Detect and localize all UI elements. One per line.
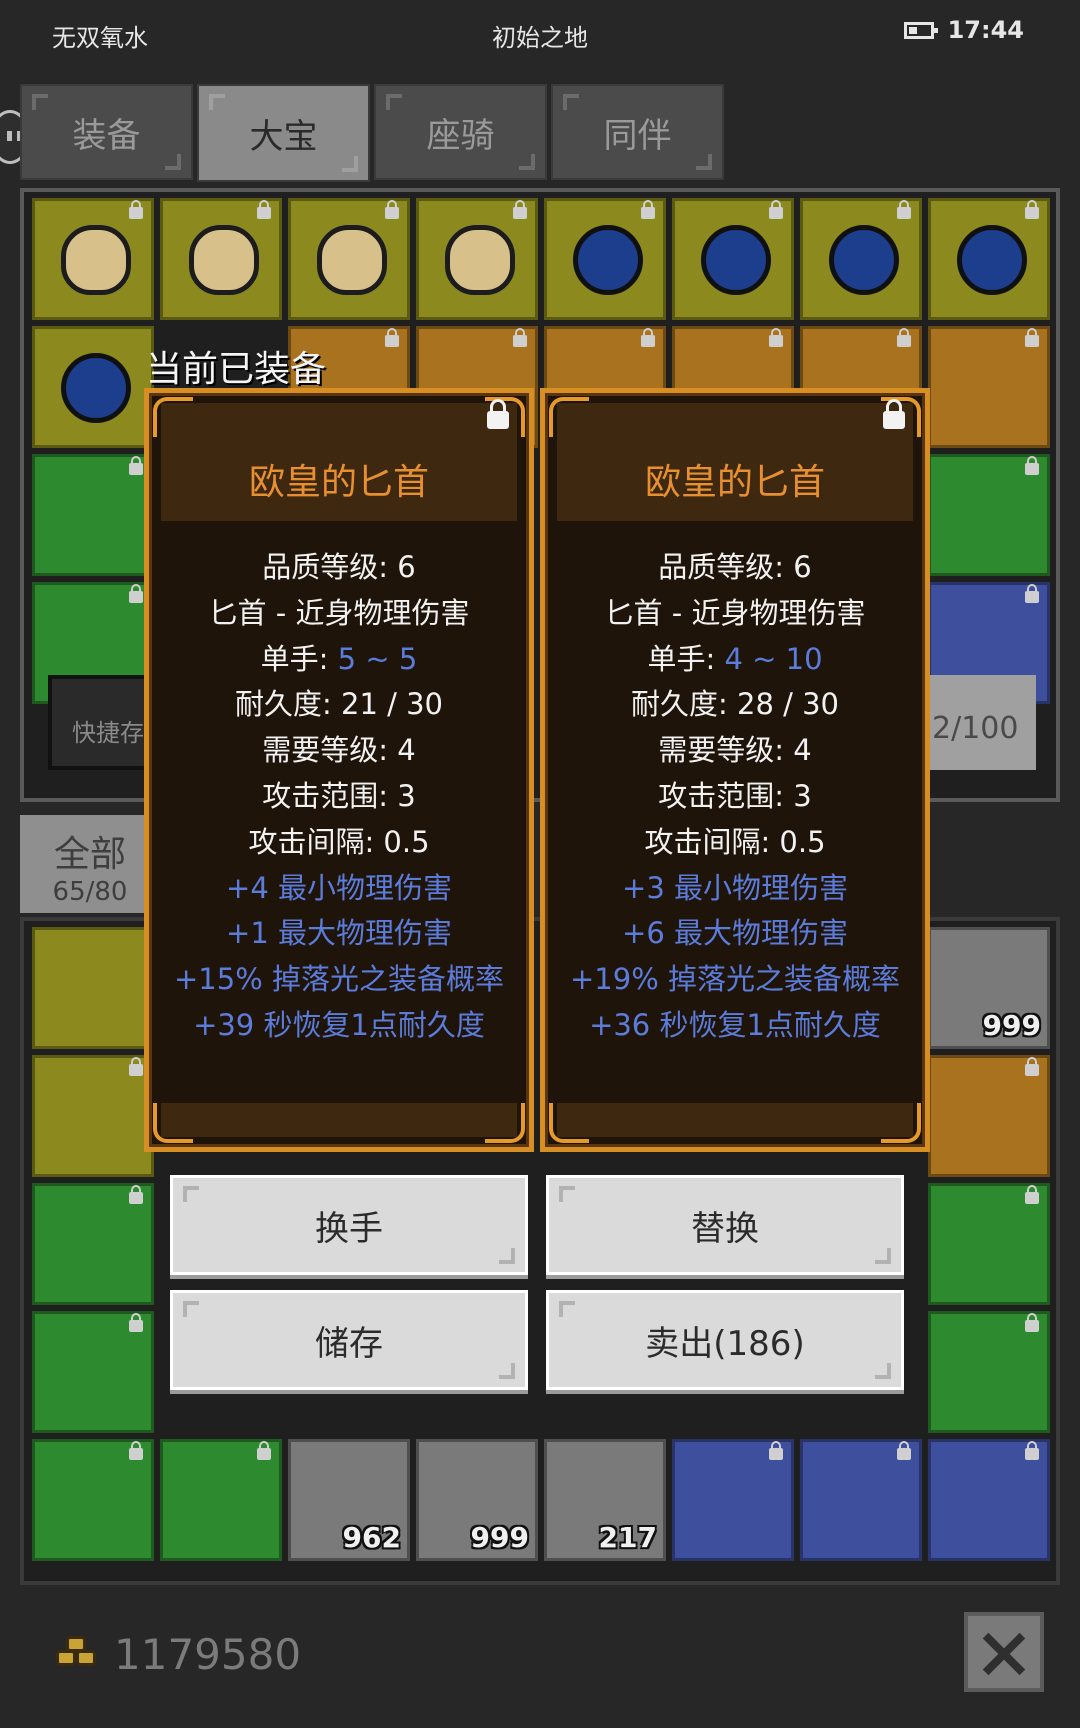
bonus-stat: +3 最小物理伤害 <box>622 870 848 905</box>
storage-slot[interactable] <box>32 198 154 320</box>
status-bar: 无双氧水 初始之地 17:44 <box>0 0 1080 66</box>
sell-button[interactable]: 卖出(186) <box>546 1290 904 1390</box>
inventory-slot[interactable] <box>32 1311 154 1433</box>
bonus-stat: +6 最大物理伤害 <box>622 916 848 951</box>
filter-label: 全部 <box>53 834 126 875</box>
stat-req-level: 需要等级: 4 <box>262 733 416 768</box>
equipped-label: 当前已装备 <box>146 349 327 390</box>
blue-orb-icon <box>701 225 771 295</box>
egg-icon <box>189 225 259 295</box>
bonus-stat: +39 秒恢复1点耐久度 <box>193 1007 485 1042</box>
stat-quality: 品质等级: 6 <box>262 550 416 584</box>
blue-orb-icon <box>573 225 643 295</box>
inventory-slot[interactable] <box>928 1055 1050 1177</box>
stat-hand: 单手: 5 ~ 5 <box>260 641 418 676</box>
swap-hand-button[interactable]: 换手 <box>170 1175 528 1275</box>
item-count: 999 <box>470 1521 529 1554</box>
stat-req-level: 需要等级: 4 <box>658 733 812 768</box>
tab-mount[interactable]: 座骑 <box>374 84 547 180</box>
gold-amount: 1179580 <box>114 1630 302 1679</box>
stat-type: 匕首 - 近身物理伤害 <box>208 595 470 630</box>
storage-slot[interactable] <box>928 198 1050 320</box>
bonus-stat: +4 最小物理伤害 <box>226 870 452 905</box>
storage-slot[interactable] <box>928 326 1050 448</box>
close-button[interactable] <box>964 1612 1044 1692</box>
inventory-slot[interactable] <box>928 1439 1050 1561</box>
bonus-stat: +15% 掉落光之装备概率 <box>174 962 504 997</box>
inventory-slot[interactable] <box>32 1183 154 1305</box>
status-right: 17:44 <box>903 16 1024 44</box>
filter-all-tab[interactable]: 全部 65/80 <box>20 815 160 913</box>
inventory-slot[interactable] <box>800 1439 922 1561</box>
storage-slot[interactable] <box>544 198 666 320</box>
app-screen: 无双氧水 初始之地 17:44 装备 大宝 座骑 同伴 快捷存 2/100 全部… <box>0 0 1080 1728</box>
storage-capacity: 2/100 <box>926 675 1036 770</box>
stat-interval: 攻击间隔: 0.5 <box>644 824 826 859</box>
item-stats: 品质等级: 6 匕首 - 近身物理伤害 单手: 4 ~ 10 耐久度: 28 /… <box>545 545 925 1049</box>
inventory-slot[interactable] <box>32 1055 154 1177</box>
filter-count: 65/80 <box>52 877 128 907</box>
new-item-card: 欧皇的匕首 品质等级: 6 匕首 - 近身物理伤害 单手: 4 ~ 10 耐久度… <box>540 388 930 1152</box>
inventory-slot[interactable]: 999 <box>416 1439 538 1561</box>
item-title: 欧皇的匕首 <box>248 462 429 503</box>
inventory-slot[interactable] <box>928 1311 1050 1433</box>
equipped-item-card: 欧皇的匕首 品质等级: 6 匕首 - 近身物理伤害 单手: 5 ~ 5 耐久度:… <box>144 388 534 1152</box>
storage-slot[interactable] <box>800 198 922 320</box>
bonus-stat: +36 秒恢复1点耐久度 <box>589 1007 881 1042</box>
egg-icon <box>445 225 515 295</box>
blue-orb-icon <box>957 225 1027 295</box>
item-count: 999 <box>982 1009 1041 1042</box>
bonus-stat: +1 最大物理伤害 <box>226 916 452 951</box>
blue-orb-icon <box>61 353 131 423</box>
storage-slot[interactable] <box>32 326 154 448</box>
stat-type: 匕首 - 近身物理伤害 <box>604 595 866 630</box>
egg-icon <box>61 225 131 295</box>
stat-range: 攻击范围: 3 <box>262 778 416 813</box>
storage-slot[interactable] <box>32 454 154 576</box>
stat-quality: 品质等级: 6 <box>658 550 812 584</box>
clock: 17:44 <box>947 16 1024 44</box>
storage-slot[interactable] <box>416 198 538 320</box>
stat-durability: 耐久度: 28 / 30 <box>631 687 839 722</box>
inventory-slot[interactable] <box>928 1183 1050 1305</box>
inventory-slot[interactable]: 217 <box>544 1439 666 1561</box>
inventory-slot[interactable] <box>160 1439 282 1561</box>
tab-equipment[interactable]: 装备 <box>20 84 193 180</box>
inventory-slot[interactable] <box>32 927 154 1049</box>
storage-slot[interactable] <box>672 198 794 320</box>
item-title: 欧皇的匕首 <box>644 462 825 503</box>
inventory-slot[interactable] <box>32 1439 154 1561</box>
blue-orb-icon <box>829 225 899 295</box>
battery-icon <box>903 21 938 39</box>
inventory-slot[interactable] <box>672 1439 794 1561</box>
stat-interval: 攻击间隔: 0.5 <box>248 824 430 859</box>
stat-durability: 耐久度: 21 / 30 <box>235 687 443 722</box>
item-count: 217 <box>598 1521 657 1554</box>
storage-slot[interactable] <box>288 198 410 320</box>
inventory-tabs: 装备 大宝 座骑 同伴 <box>20 84 724 182</box>
storage-slot[interactable] <box>928 454 1050 576</box>
stat-range: 攻击范围: 3 <box>658 778 812 813</box>
gold-coins-icon <box>56 1636 98 1670</box>
tab-companion[interactable]: 同伴 <box>551 84 724 180</box>
inventory-slot[interactable]: 962 <box>288 1439 410 1561</box>
item-stats: 品质等级: 6 匕首 - 近身物理伤害 单手: 5 ~ 5 耐久度: 21 / … <box>149 545 529 1049</box>
item-count: 962 <box>342 1521 401 1554</box>
lock-icon[interactable] <box>883 399 905 429</box>
inventory-slot[interactable]: 999 <box>928 927 1050 1049</box>
store-button[interactable]: 储存 <box>170 1290 528 1390</box>
storage-slot[interactable] <box>160 198 282 320</box>
replace-button[interactable]: 替换 <box>546 1175 904 1275</box>
tab-treasure[interactable]: 大宝 <box>197 84 370 182</box>
lock-icon[interactable] <box>487 399 509 429</box>
stat-hand: 单手: 4 ~ 10 <box>647 641 823 676</box>
egg-icon <box>317 225 387 295</box>
bonus-stat: +19% 掉落光之装备概率 <box>570 962 900 997</box>
